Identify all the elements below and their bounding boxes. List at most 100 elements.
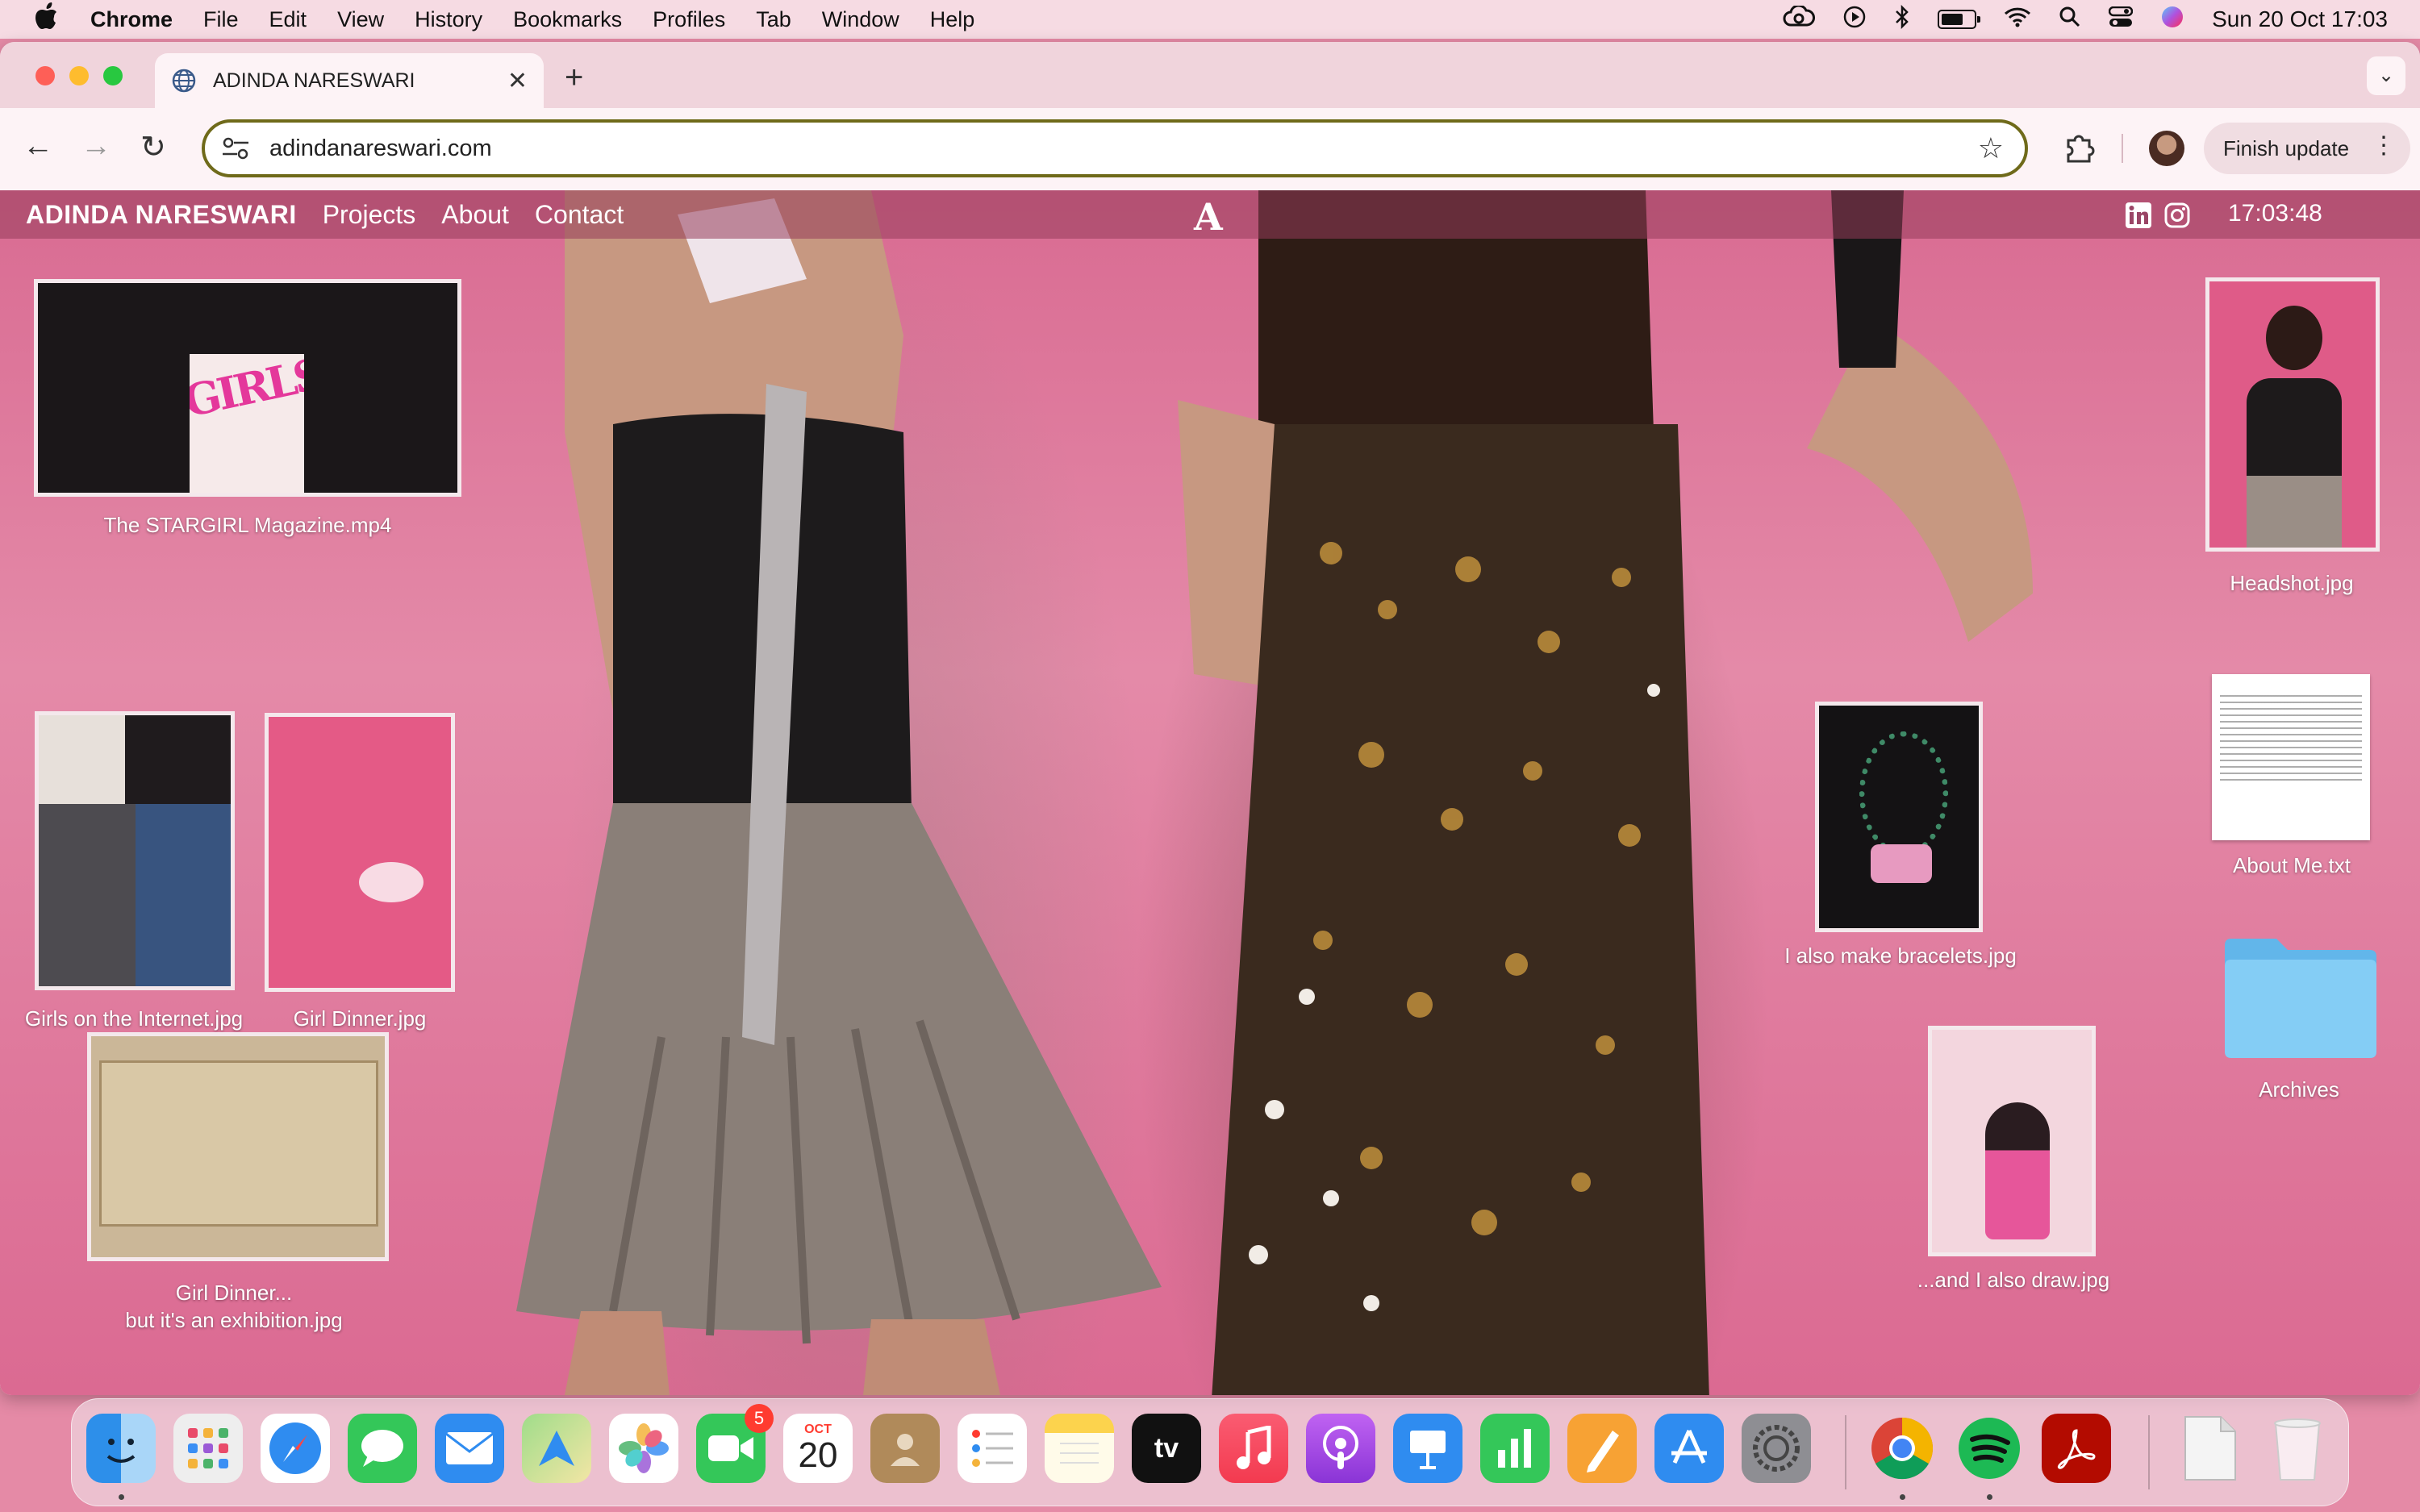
headshot-body-graphic	[2247, 378, 2342, 548]
mail-icon[interactable]	[435, 1414, 504, 1483]
maps-icon[interactable]	[522, 1414, 591, 1483]
menu-bar: Chrome File Edit View History Bookmarks …	[0, 0, 2420, 39]
site-brand-link[interactable]: ADINDA NARESWARI	[26, 200, 297, 230]
file-stargirl-magazine[interactable]: GIRLS The STARGIRL Magazine.mp4	[34, 279, 461, 537]
close-window-button[interactable]	[35, 66, 55, 85]
new-tab-button[interactable]: +	[565, 60, 583, 96]
finish-update-button[interactable]: Finish update ⋮	[2204, 123, 2410, 174]
file-girls-on-the-internet[interactable]: Girls on the Internet.jpg	[13, 711, 255, 1031]
file-label: Girl Dinner.jpg	[293, 1006, 427, 1031]
system-settings-icon[interactable]	[1742, 1414, 1811, 1483]
menu-tab[interactable]: Tab	[756, 7, 791, 32]
file-label: About Me.txt	[2233, 853, 2351, 877]
menu-bookmarks[interactable]: Bookmarks	[513, 7, 622, 32]
maximize-window-button[interactable]	[103, 66, 123, 85]
battery-icon[interactable]	[1938, 10, 1981, 29]
folder-label: Archives	[2259, 1077, 2339, 1102]
photos-icon[interactable]	[609, 1414, 678, 1483]
wifi-icon[interactable]	[2004, 6, 2031, 33]
menu-edit[interactable]: Edit	[269, 7, 307, 32]
contacts-icon[interactable]	[870, 1414, 940, 1483]
url-input[interactable]	[268, 134, 1978, 163]
menu-view[interactable]: View	[337, 7, 384, 32]
jeans-graphic	[39, 804, 231, 986]
spotlight-search-icon[interactable]	[2059, 6, 2081, 34]
photo-thumbnail	[1815, 702, 1983, 932]
linkedin-icon[interactable]	[2125, 202, 2152, 229]
photo-thumbnail	[35, 711, 235, 990]
instagram-icon[interactable]	[2163, 202, 2191, 229]
trash-icon[interactable]	[2263, 1414, 2332, 1483]
magazine-cover: GIRLS	[190, 354, 304, 493]
menu-window[interactable]: Window	[822, 7, 899, 32]
globe-icon	[172, 69, 196, 93]
launchpad-icon[interactable]	[173, 1414, 243, 1483]
apple-tv-icon[interactable]: tv	[1132, 1414, 1201, 1483]
reload-button[interactable]: ↻	[140, 129, 166, 165]
siri-icon[interactable]	[2160, 5, 2184, 35]
tab-search-chevron-icon[interactable]: ⌄	[2367, 56, 2405, 95]
minimize-window-button[interactable]	[69, 66, 89, 85]
dock-separator	[1845, 1415, 1846, 1489]
acrobat-icon[interactable]	[2042, 1414, 2111, 1483]
site-clock: 17:03:48	[2228, 200, 2322, 227]
notification-badge: 5	[745, 1404, 774, 1433]
nav-about[interactable]: About	[441, 200, 509, 230]
bluetooth-icon[interactable]	[1894, 4, 1910, 35]
extensions-puzzle-icon[interactable]	[2062, 129, 2097, 165]
file-label-line2: but it's an exhibition.jpg	[125, 1308, 343, 1332]
folder-icon	[2225, 939, 2376, 1058]
file-headshot[interactable]: Headshot.jpg	[2199, 277, 2385, 595]
menu-history[interactable]: History	[415, 7, 482, 32]
site-settings-icon[interactable]	[221, 136, 250, 160]
reminders-icon[interactable]	[958, 1414, 1027, 1483]
back-button[interactable]: ←	[23, 129, 53, 164]
notes-icon[interactable]	[1045, 1414, 1114, 1483]
facetime-icon[interactable]: 5	[696, 1404, 774, 1483]
menu-help[interactable]: Help	[930, 7, 975, 32]
messages-icon[interactable]	[348, 1414, 417, 1483]
calendar-icon[interactable]: OCT 20	[783, 1414, 853, 1483]
menubar-datetime[interactable]: Sun 20 Oct 17:03	[2212, 6, 2388, 32]
forward-button[interactable]: →	[81, 129, 111, 164]
numbers-icon[interactable]	[1480, 1414, 1550, 1483]
tab-bar: ADINDA NARESWARI ✕ + ⌄	[0, 42, 2420, 108]
keynote-icon[interactable]	[1393, 1414, 1462, 1483]
address-bar[interactable]: ☆	[202, 119, 2028, 177]
spotify-icon[interactable]	[1955, 1414, 2024, 1483]
web-page: ADINDA NARESWARI Projects About Contact …	[0, 190, 2420, 1395]
creative-cloud-icon[interactable]	[1783, 3, 1816, 34]
pages-icon[interactable]	[1567, 1414, 1637, 1483]
nav-projects[interactable]: Projects	[323, 200, 416, 230]
profile-avatar[interactable]	[2149, 131, 2184, 166]
file-label: ...and I also draw.jpg	[1917, 1268, 2110, 1292]
menu-profiles[interactable]: Profiles	[653, 7, 725, 32]
apple-menu-icon[interactable]	[32, 2, 61, 36]
folder-archives[interactable]: Archives	[2210, 934, 2388, 1127]
menu-file[interactable]: File	[203, 7, 239, 32]
control-center-icon[interactable]	[2108, 6, 2134, 33]
pdf-document-icon[interactable]	[2176, 1414, 2245, 1483]
close-tab-icon[interactable]: ✕	[507, 67, 528, 95]
safari-icon[interactable]	[261, 1414, 330, 1483]
menu-app-chrome[interactable]: Chrome	[90, 7, 173, 32]
site-logo[interactable]: A	[1194, 195, 1223, 239]
play-icon[interactable]	[1842, 5, 1867, 35]
nav-contact[interactable]: Contact	[535, 200, 624, 230]
file-bracelets[interactable]: I also make bracelets.jpg	[1763, 702, 2038, 1000]
plate-graphic	[359, 862, 424, 902]
file-girl-dinner[interactable]: Girl Dinner.jpg	[263, 713, 457, 1031]
more-menu-icon[interactable]: ⋮	[2372, 134, 2396, 158]
finder-icon[interactable]	[86, 1414, 156, 1483]
podcasts-icon[interactable]	[1306, 1414, 1375, 1483]
finish-update-label: Finish update	[2223, 135, 2350, 160]
browser-tab-active[interactable]: ADINDA NARESWARI ✕	[155, 53, 544, 108]
chrome-icon[interactable]	[1867, 1414, 1937, 1483]
file-about-me[interactable]: About Me.txt	[2199, 674, 2385, 900]
bookmark-star-icon[interactable]: ☆	[1978, 131, 2004, 165]
app-store-icon[interactable]	[1654, 1414, 1724, 1483]
file-girl-dinner-exhibition[interactable]: Girl Dinner... but it's an exhibition.jp…	[73, 1032, 395, 1355]
running-indicator	[1987, 1494, 1992, 1500]
music-icon[interactable]	[1219, 1414, 1288, 1483]
file-draw[interactable]: ...and I also draw.jpg	[1892, 1026, 2134, 1332]
